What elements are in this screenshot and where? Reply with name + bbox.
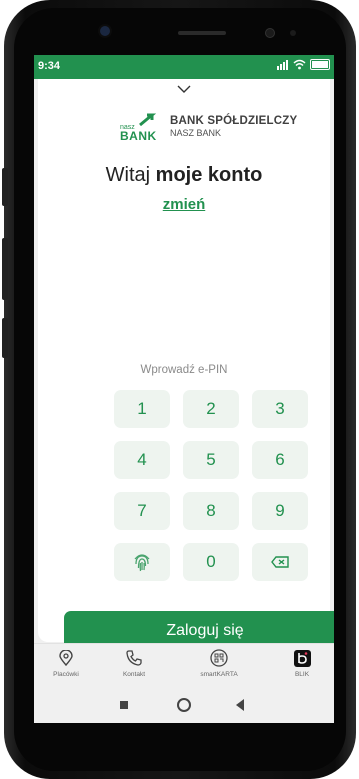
greeting-prefix: Witaj — [105, 164, 156, 186]
bank-name: BANK SPÓŁDZIELCZY — [170, 115, 298, 127]
backspace-key[interactable] — [252, 543, 308, 581]
blik-icon — [293, 649, 311, 667]
home-button[interactable] — [177, 698, 191, 712]
logo-bank: BANK — [120, 129, 157, 143]
fingerprint-icon — [134, 554, 150, 572]
tab-smartkarta[interactable]: smartKARTA — [189, 648, 249, 678]
signal-icon — [277, 60, 288, 70]
status-time: 9:34 — [38, 60, 61, 72]
tab-blik-label: BLIK — [294, 671, 310, 678]
key-8[interactable]: 8 — [183, 492, 239, 530]
back-button[interactable] — [236, 699, 245, 711]
wifi-icon — [293, 59, 306, 70]
login-card: nasz BANK BANK SPÓŁDZIELCZY NASZ BANK Wi… — [38, 79, 334, 651]
proximity-sensor — [266, 29, 274, 37]
key-5[interactable]: 5 — [183, 441, 239, 479]
tab-smartkarta-label: smartKARTA — [200, 671, 238, 678]
status-icons — [276, 59, 330, 70]
key-6[interactable]: 6 — [252, 441, 308, 479]
bank-logo: nasz BANK BANK SPÓŁDZIELCZY NASZ BANK — [120, 113, 297, 147]
change-account-link[interactable]: zmień — [38, 196, 330, 213]
smartkarta-icon — [210, 649, 228, 667]
account-name: moje konto — [155, 164, 263, 186]
bixby-button — [2, 318, 8, 358]
logo-arrow-icon — [139, 113, 156, 127]
key-9[interactable]: 9 — [252, 492, 308, 530]
key-7[interactable]: 7 — [114, 492, 170, 530]
location-pin-icon — [59, 650, 73, 666]
phone-icon — [126, 650, 142, 666]
front-camera — [100, 26, 110, 36]
key-3[interactable]: 3 — [252, 390, 308, 428]
epin-label: Wprowadź e-PIN — [140, 364, 228, 376]
bottom-tab-bar: Placówki Kontakt smartKARTA BLIK — [34, 643, 334, 690]
fingerprint-key[interactable] — [114, 543, 170, 581]
status-bar: 9:34 — [34, 55, 334, 79]
key-2[interactable]: 2 — [183, 390, 239, 428]
tab-blik[interactable]: BLIK — [272, 648, 332, 678]
volume-down-button — [2, 238, 8, 300]
android-nav-bar — [34, 689, 334, 723]
key-4[interactable]: 4 — [114, 441, 170, 479]
key-0[interactable]: 0 — [183, 543, 239, 581]
key-1[interactable]: 1 — [114, 390, 170, 428]
tab-placowki[interactable]: Placówki — [36, 648, 96, 678]
tab-kontakt-label: Kontakt — [122, 671, 146, 678]
tab-kontakt[interactable]: Kontakt — [104, 648, 164, 678]
chevron-down-icon[interactable] — [177, 85, 191, 93]
bank-subname: NASZ BANK — [170, 128, 222, 138]
recent-apps-button[interactable] — [120, 701, 128, 709]
volume-up-button — [2, 168, 8, 206]
greeting: Witaj moje konto — [38, 164, 330, 187]
phone-frame: 9:34 nasz BANK BANK SPÓŁDZIELCZY NASZ BA… — [2, 0, 356, 779]
light-sensor — [290, 30, 296, 36]
phone-screen: 9:34 nasz BANK BANK SPÓŁDZIELCZY NASZ BA… — [34, 55, 334, 723]
tab-placowki-label: Placówki — [53, 671, 79, 678]
earpiece-speaker — [178, 31, 226, 35]
backspace-icon — [271, 556, 289, 568]
battery-icon — [310, 59, 330, 70]
